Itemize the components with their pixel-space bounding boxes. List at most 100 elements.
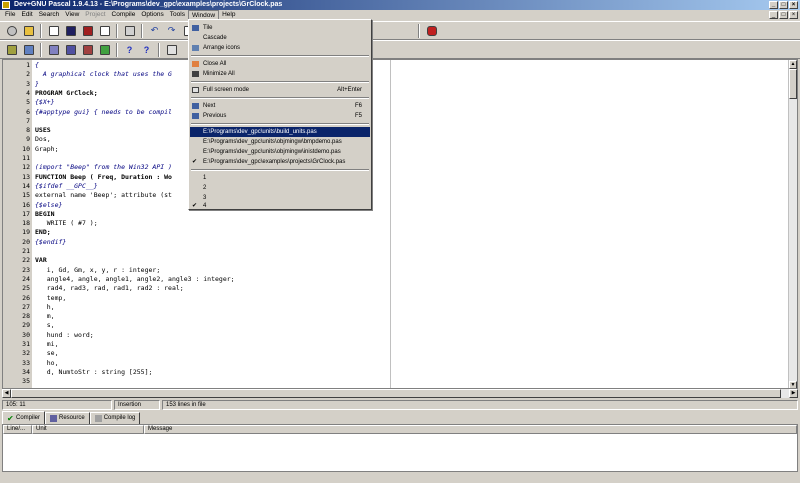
- menu-item-window-1[interactable]: 1: [190, 173, 370, 183]
- code-line[interactable]: }: [35, 80, 39, 89]
- menu-item-open-file-2[interactable]: E:\Programs\dev_gpc\units\objmingw\bmpde…: [190, 137, 370, 147]
- code-line[interactable]: {#apptype gui} { needs to be compil: [35, 108, 172, 117]
- print-icon[interactable]: [122, 24, 137, 38]
- debug-icon[interactable]: [80, 43, 95, 57]
- code-line[interactable]: FUNCTION Beep ( Freq, Duration : Wo: [35, 173, 172, 182]
- code-line[interactable]: external name 'Beep'; attribute (st: [35, 191, 172, 200]
- column-unit[interactable]: Unit: [32, 425, 144, 434]
- minimize-button[interactable]: _: [769, 1, 778, 9]
- menu-item-window-2[interactable]: 2: [190, 183, 370, 193]
- new-file-icon[interactable]: [46, 24, 61, 38]
- menu-item-next[interactable]: Next F6: [190, 101, 370, 111]
- menu-item-full-screen[interactable]: Full screen mode Alt+Enter: [190, 85, 370, 95]
- scroll-right-arrow-icon[interactable]: ▶: [789, 389, 798, 398]
- menu-compile[interactable]: Compile: [109, 10, 139, 20]
- menu-options[interactable]: Options: [138, 10, 166, 20]
- menu-item-minimize-all[interactable]: Minimize All: [190, 69, 370, 79]
- menu-item-window-4[interactable]: ✔ 4: [190, 201, 370, 211]
- code-line[interactable]: VAR: [35, 256, 47, 265]
- horizontal-scrollbar[interactable]: ◀ ▶: [2, 389, 798, 398]
- code-line[interactable]: Graph;: [35, 145, 58, 154]
- rebuild-icon[interactable]: [63, 43, 78, 57]
- code-line[interactable]: A graphical clock that uses the G: [35, 70, 172, 79]
- code-line[interactable]: WRITE ( #7 );: [35, 219, 98, 228]
- scroll-left-arrow-icon[interactable]: ◀: [2, 389, 11, 398]
- message-list[interactable]: Line/... Unit Message: [2, 424, 798, 472]
- scroll-down-arrow-icon[interactable]: ▼: [789, 381, 797, 388]
- horizontal-scroll-thumb[interactable]: [11, 389, 781, 398]
- maximize-button[interactable]: □: [779, 1, 788, 9]
- code-line[interactable]: Dos,: [35, 135, 51, 144]
- save-all-icon[interactable]: [80, 24, 95, 38]
- compile-run-icon[interactable]: [46, 43, 61, 57]
- scroll-up-arrow-icon[interactable]: ▲: [789, 60, 797, 69]
- tab-resource[interactable]: Resource: [45, 412, 90, 424]
- vertical-scroll-thumb[interactable]: [789, 69, 797, 99]
- code-line[interactable]: temp,: [35, 294, 67, 303]
- menu-project[interactable]: Project: [82, 10, 108, 20]
- code-line[interactable]: s,: [35, 321, 55, 330]
- code-line[interactable]: m,: [35, 312, 55, 321]
- menu-item-close-all[interactable]: Close All: [190, 59, 370, 69]
- column-line[interactable]: Line/...: [3, 425, 32, 434]
- code-line[interactable]: rad4, rad3, rad, rad1, rad2 : real;: [35, 284, 184, 293]
- menu-view[interactable]: View: [62, 10, 82, 20]
- menu-tools[interactable]: Tools: [167, 10, 188, 20]
- menu-edit[interactable]: Edit: [18, 10, 35, 20]
- line-number: 18: [22, 219, 30, 228]
- vertical-scrollbar[interactable]: ▲ ▼: [788, 60, 797, 388]
- close-file-icon[interactable]: [97, 24, 112, 38]
- code-line[interactable]: mi,: [35, 340, 59, 349]
- toolbar-separator: [418, 23, 420, 38]
- menu-separator: [191, 81, 369, 83]
- menu-item-arrange-icons[interactable]: Arrange icons: [190, 43, 370, 53]
- code-line[interactable]: (import "Beep" from the Win32 API ): [35, 163, 172, 172]
- menu-item-open-file-4[interactable]: ✔ E:\Programs\dev_gpc\examples\projects\…: [190, 157, 370, 167]
- code-line[interactable]: hund : word;: [35, 331, 94, 340]
- code-line[interactable]: END;: [35, 228, 51, 237]
- undo-icon[interactable]: ↶: [147, 24, 162, 38]
- mdi-minimize-button[interactable]: _: [769, 11, 778, 19]
- mdi-restore-button[interactable]: □: [779, 11, 788, 19]
- code-line[interactable]: {$else}: [35, 201, 62, 210]
- menu-search[interactable]: Search: [36, 10, 63, 20]
- open-icon[interactable]: [21, 24, 36, 38]
- toggle-icon[interactable]: [424, 24, 439, 38]
- code-line[interactable]: {$ifdef __GPC__}: [35, 182, 98, 191]
- code-editor[interactable]: 1 2 3 4 5 6 7 8 9 10 11 12 13 14 15 16 17 18 19 20 21 22 23 24 2…: [2, 59, 798, 389]
- code-line[interactable]: PROGRAM GrClock;: [35, 89, 98, 98]
- info-icon[interactable]: [164, 43, 179, 57]
- code-line[interactable]: i, Gd, Gm, x, y, r : integer;: [35, 266, 161, 275]
- code-line[interactable]: angle4, angle, angle1, angle2, angle3 : …: [35, 275, 235, 284]
- run-icon[interactable]: [21, 43, 36, 57]
- code-line[interactable]: BEGIN: [35, 210, 55, 219]
- code-line[interactable]: d, NumtoStr : string [255];: [35, 368, 153, 377]
- project-icon[interactable]: [4, 24, 19, 38]
- code-line[interactable]: USES: [35, 126, 51, 135]
- code-line[interactable]: se,: [35, 349, 59, 358]
- shortcut-label: Alt+Enter: [337, 87, 362, 93]
- column-message[interactable]: Message: [144, 425, 797, 434]
- tab-compile-log[interactable]: Compile log: [89, 412, 141, 424]
- options-icon[interactable]: [97, 43, 112, 57]
- mdi-close-button[interactable]: ×: [789, 11, 798, 19]
- save-icon[interactable]: [63, 24, 78, 38]
- redo-icon[interactable]: ↷: [164, 24, 179, 38]
- menu-item-open-file-3[interactable]: E:\Programs\dev_gpc\units\objmingw\inist…: [190, 147, 370, 157]
- code-line[interactable]: h,: [35, 303, 55, 312]
- code-line[interactable]: {: [35, 61, 39, 70]
- menu-file[interactable]: File: [2, 10, 18, 20]
- menu-item-tile[interactable]: Tile: [190, 23, 370, 33]
- help-icon[interactable]: ?: [122, 43, 137, 57]
- code-line[interactable]: {$endif}: [35, 238, 66, 247]
- tab-compiler[interactable]: ✔ Compiler: [2, 411, 46, 424]
- code-line[interactable]: {$X+}: [35, 98, 55, 107]
- menu-item-cascade[interactable]: Cascade: [190, 33, 370, 43]
- menu-item-open-file-1[interactable]: E:\Programs\dev_gpc\units\build_units.pa…: [190, 127, 370, 137]
- code-line[interactable]: ho,: [35, 359, 59, 368]
- about-icon[interactable]: ?: [139, 43, 154, 57]
- code-area[interactable]: { A graphical clock that uses the G} PROG…: [35, 60, 793, 388]
- close-button[interactable]: ×: [789, 1, 798, 9]
- compile-icon[interactable]: [4, 43, 19, 57]
- menu-item-previous[interactable]: Previous F5: [190, 111, 370, 121]
